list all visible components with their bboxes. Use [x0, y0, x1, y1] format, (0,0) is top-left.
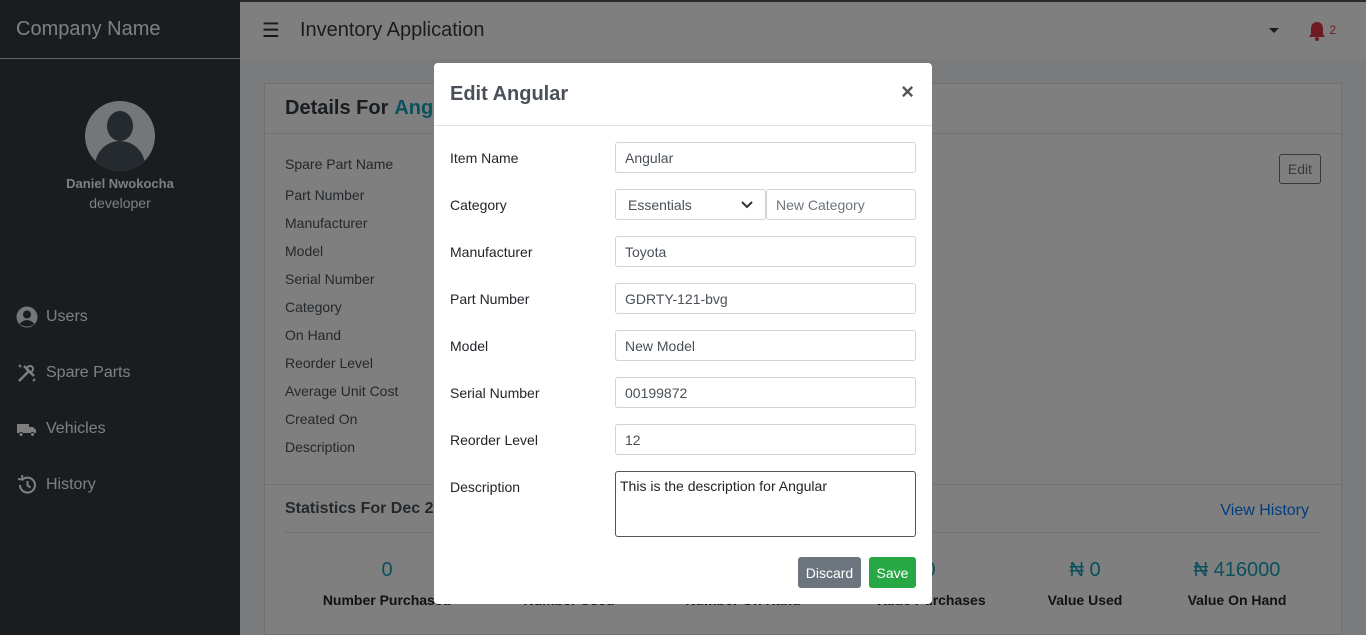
- item-name-input[interactable]: Angular: [615, 142, 916, 173]
- part-number-label: Part Number: [450, 290, 530, 307]
- form-row-category: Category Essentials New Category: [450, 189, 916, 220]
- category-selected-value: Essentials: [628, 196, 692, 213]
- save-button[interactable]: Save: [869, 557, 916, 588]
- part-number-input[interactable]: GDRTY-121-bvg: [615, 283, 916, 314]
- edit-modal: Edit Angular × Item Name Angular Categor…: [434, 63, 932, 604]
- serial-number-label: Serial Number: [450, 384, 540, 401]
- description-label: Description: [450, 479, 521, 495]
- manufacturer-input[interactable]: Toyota: [615, 236, 916, 267]
- modal-title: Edit Angular: [450, 82, 569, 105]
- manufacturer-label: Manufacturer: [450, 243, 533, 260]
- close-icon[interactable]: ×: [901, 81, 914, 103]
- form-row-item-name: Item Name Angular: [450, 142, 916, 173]
- description-textarea[interactable]: This is the description for Angular: [615, 471, 916, 537]
- reorder-level-input[interactable]: 12: [615, 424, 916, 455]
- form-row-manufacturer: Manufacturer Toyota: [450, 236, 916, 267]
- modal-header: Edit Angular ×: [434, 63, 932, 126]
- form-row-part-number: Part Number GDRTY-121-bvg: [450, 283, 916, 314]
- serial-number-input[interactable]: 00199872: [615, 377, 916, 408]
- form-row-description: Description This is the description for …: [450, 471, 916, 537]
- discard-button[interactable]: Discard: [798, 557, 861, 588]
- model-label: Model: [450, 337, 489, 354]
- category-label: Category: [450, 196, 507, 213]
- chevron-down-icon: [741, 200, 753, 208]
- model-input[interactable]: New Model: [615, 330, 916, 361]
- form-row-serial-number: Serial Number 00199872: [450, 377, 916, 408]
- new-category-input[interactable]: New Category: [766, 189, 916, 220]
- reorder-level-label: Reorder Level: [450, 431, 538, 448]
- form-row-model: Model New Model: [450, 330, 916, 361]
- category-select[interactable]: Essentials: [615, 189, 766, 220]
- item-name-label: Item Name: [450, 149, 519, 166]
- form-row-reorder-level: Reorder Level 12: [450, 424, 916, 455]
